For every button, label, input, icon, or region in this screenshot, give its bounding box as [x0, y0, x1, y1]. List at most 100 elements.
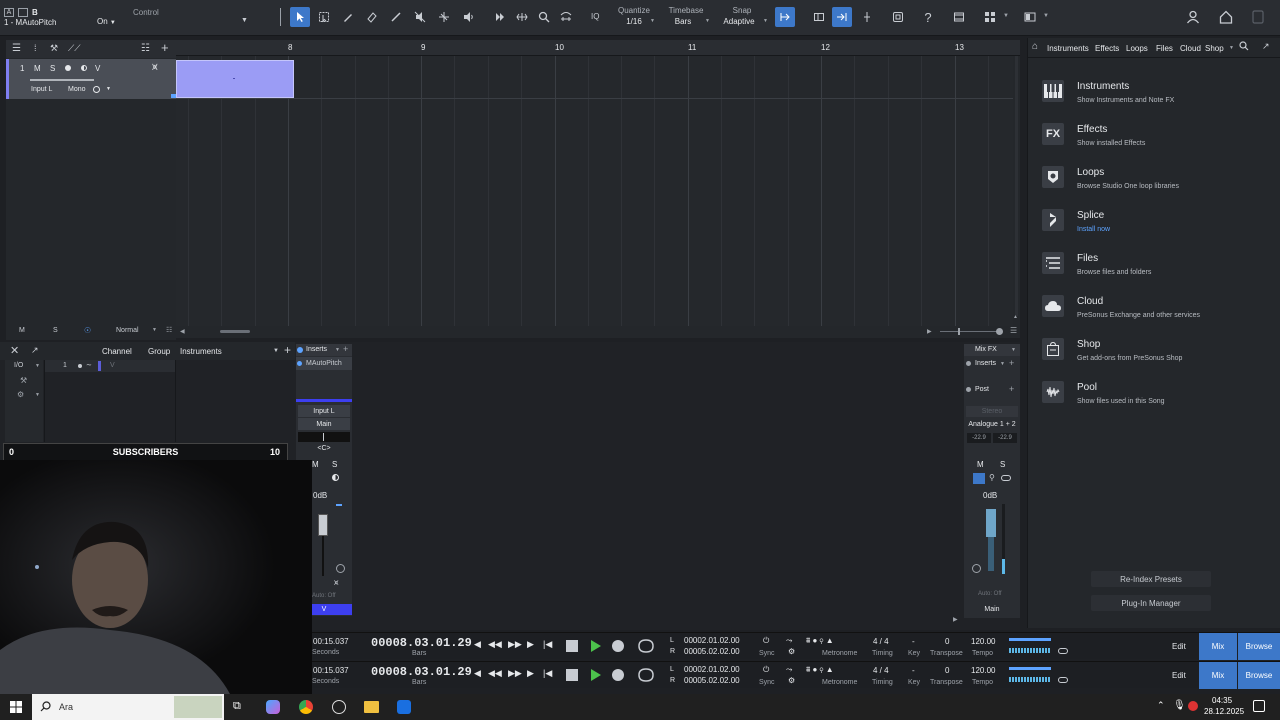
output-select[interactable]: Analogue 1 + 2: [966, 419, 1018, 430]
track-list-inspector-icon[interactable]: ⁞: [34, 43, 37, 53]
browser-item-cloud[interactable]: Cloud PreSonus Exchange and other servic…: [1040, 293, 1270, 329]
insert-slot[interactable]: MAutoPitch: [296, 357, 352, 370]
precount-icon[interactable]: ⤳: [786, 665, 792, 675]
fast-forward-icon[interactable]: ▶▶: [508, 668, 522, 679]
pan-slider[interactable]: [298, 432, 350, 442]
install-now-link[interactable]: Install now: [1077, 226, 1110, 233]
iq-button[interactable]: IQ: [591, 12, 599, 21]
precount-icon[interactable]: ⤳: [786, 636, 792, 646]
main-inserts-dropdown-icon[interactable]: ▼: [1000, 361, 1005, 367]
browser-item-instruments[interactable]: Instruments Show Instruments and Note FX: [1040, 78, 1270, 114]
track-volume-bar[interactable]: [30, 79, 94, 81]
console-channel-tab[interactable]: Channel: [102, 347, 132, 356]
timebase-dropdown-icon[interactable]: ▼: [705, 18, 710, 24]
zoom-slider[interactable]: [940, 331, 1002, 332]
document-icon[interactable]: [1248, 7, 1268, 27]
autoscroll-icon[interactable]: [490, 7, 510, 27]
snap-value[interactable]: Adaptive: [717, 17, 761, 26]
list-view-icon[interactable]: ☷: [141, 43, 150, 54]
track-list-menu-icon[interactable]: ☰: [12, 43, 21, 54]
loop-end[interactable]: 00005.02.02.00: [684, 676, 740, 685]
footer-link-icon[interactable]: ☉: [84, 326, 91, 335]
footer-solo[interactable]: S: [53, 327, 58, 334]
network-icon[interactable]: [1188, 701, 1198, 711]
browser-expand-icon[interactable]: ↗: [1262, 41, 1270, 52]
insert-power-icon[interactable]: [297, 361, 302, 366]
scroll-right-icon[interactable]: ▶: [927, 328, 932, 335]
console-instruments-tab[interactable]: Instruments: [180, 347, 222, 356]
tab-loops[interactable]: Loops: [1126, 44, 1148, 53]
rewind-icon[interactable]: ◀◀: [488, 639, 502, 650]
browser-item-files[interactable]: Files Browse files and folders: [1040, 250, 1270, 286]
home-icon[interactable]: [1216, 7, 1236, 27]
forward-end-icon[interactable]: ▶: [527, 668, 534, 679]
rewind-icon[interactable]: ◀◀: [488, 668, 502, 679]
inspector-icon[interactable]: [809, 7, 829, 27]
row-wave-icon[interactable]: ∼: [86, 361, 92, 369]
snap-toggle-icon[interactable]: [775, 7, 795, 27]
track-pan-icon[interactable]: [93, 86, 100, 93]
studio-one-icon[interactable]: [332, 700, 346, 714]
arrange-scrollbar[interactable]: ◀ ▶ ☰: [176, 326, 1020, 338]
footer-split-icon[interactable]: ☷: [166, 326, 172, 334]
post-power-icon[interactable]: [966, 387, 971, 392]
routing-dropdown-icon[interactable]: ▼: [35, 392, 40, 398]
split-tool-icon[interactable]: [338, 7, 358, 27]
grid-dropdown-icon[interactable]: ▼: [1003, 13, 1009, 19]
console-add-icon[interactable]: +: [284, 343, 291, 357]
channel-auto-label[interactable]: Auto: Off: [312, 593, 336, 599]
taskbar-time[interactable]: 04:35: [1212, 696, 1232, 705]
io-label[interactable]: I/O: [14, 362, 23, 369]
metronome-settings-icon[interactable]: ⚙: [788, 676, 795, 685]
rewind-start-icon[interactable]: ◀: [474, 639, 481, 650]
console-expand-icon[interactable]: ↗: [31, 345, 39, 356]
output-knob-icon[interactable]: [1058, 677, 1068, 683]
routing-icon[interactable]: ⚙: [17, 390, 24, 399]
layout-icon[interactable]: [1020, 7, 1040, 27]
main-edit-icon[interactable]: [972, 564, 981, 573]
browser-item-splice[interactable]: Splice Install now: [1040, 207, 1270, 243]
snap-wave-icon[interactable]: [556, 7, 576, 27]
browser-home-icon[interactable]: ⌂: [1032, 41, 1038, 52]
main-auto-label[interactable]: Auto: Off: [978, 591, 1002, 597]
plugin-manager-button[interactable]: Plug-In Manager: [1091, 595, 1211, 611]
mixfx-dropdown-icon[interactable]: ▼: [1011, 347, 1016, 353]
console-group-tab[interactable]: Group: [148, 347, 170, 356]
edit-view-button[interactable]: Edit: [1172, 671, 1186, 680]
transpose-value[interactable]: 0: [945, 637, 949, 646]
taskbar-date[interactable]: 28.12.2025: [1204, 707, 1244, 716]
browser-search-icon[interactable]: [1239, 41, 1249, 51]
marker-icon[interactable]: [857, 7, 877, 27]
tab-files[interactable]: Files: [1156, 44, 1173, 53]
browser-item-pool[interactable]: Pool Show files used in this Song: [1040, 379, 1270, 415]
main-solo-button[interactable]: S: [1000, 460, 1005, 469]
footer-mode[interactable]: Normal: [116, 327, 139, 334]
rewind-start-icon[interactable]: ◀: [474, 668, 481, 679]
scroll-left-icon[interactable]: ◀: [180, 328, 185, 335]
record-icon[interactable]: [612, 640, 624, 652]
sync-icon[interactable]: ⏻: [763, 636, 769, 646]
console-instruments-dropdown-icon[interactable]: ▼: [273, 348, 279, 354]
follow-icon[interactable]: [832, 7, 852, 27]
footer-mute[interactable]: M: [19, 327, 25, 334]
main-inserts-add-icon[interactable]: +: [1009, 358, 1014, 368]
tab-effects[interactable]: Effects: [1095, 44, 1119, 53]
browser-item-effects[interactable]: FX Effects Show installed Effects: [1040, 121, 1270, 157]
console-list-row[interactable]: 1 ∼ V: [45, 360, 176, 372]
zoom-icon[interactable]: [534, 7, 554, 27]
play-icon[interactable]: [590, 668, 602, 682]
browse-view-button[interactable]: Browse: [1238, 662, 1280, 689]
transpose-value[interactable]: 0: [945, 666, 949, 675]
app-icon[interactable]: [397, 700, 411, 714]
channel-edit-icon[interactable]: [336, 564, 345, 573]
file-explorer-icon[interactable]: [364, 701, 379, 713]
tempo-value[interactable]: 120.00: [971, 637, 995, 646]
timing-value[interactable]: 4 / 4: [873, 637, 889, 646]
audio-clip[interactable]: [176, 60, 294, 98]
tab-instruments[interactable]: Instruments: [1047, 44, 1089, 53]
console-scroll-right-icon[interactable]: ▶: [953, 616, 958, 623]
play-icon[interactable]: [590, 639, 602, 653]
main-mic-icon[interactable]: ⚲: [989, 473, 995, 482]
mixfx-header[interactable]: Mix FX ▼: [964, 344, 1020, 356]
tab-shop[interactable]: Shop: [1205, 44, 1224, 53]
